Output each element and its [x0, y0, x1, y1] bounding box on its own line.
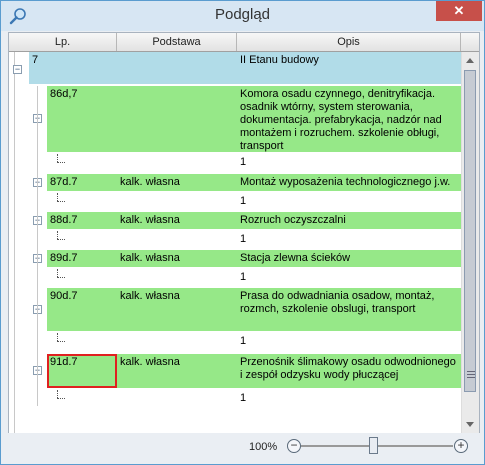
- row-opis: Przenośnik ślimakowy osadu odwodnionego …: [237, 354, 461, 388]
- row-opis: 1: [237, 390, 461, 407]
- tree-row-item[interactable]: 89d.7 kalk. własna Stacja zlewna ścieków…: [9, 250, 461, 267]
- row-opis: Stacja zlewna ścieków: [237, 250, 461, 267]
- column-header-opis[interactable]: Opis: [237, 33, 461, 51]
- row-lp: 7: [29, 52, 117, 84]
- row-lp: 90d.7: [47, 288, 117, 331]
- row-opis: 1: [237, 231, 461, 248]
- row-opis: Komora osadu czynnego, denitryfikacja. o…: [237, 86, 461, 152]
- tree-row-item[interactable]: 90d.7 kalk. własna Prasa do odwadniania …: [9, 288, 461, 331]
- preview-window: Podgląd ✕ Lp. Podstawa Opis 7 II Etanu b…: [0, 0, 485, 465]
- focused-cell-border: [47, 354, 117, 388]
- row-podstawa: kalk. własna: [117, 212, 237, 229]
- row-podstawa: kalk. własna: [117, 288, 237, 331]
- tree-row-item-selected[interactable]: 91d.7 kalk. własna Przenośnik ślimakowy …: [9, 354, 461, 388]
- column-header-podstawa[interactable]: Podstawa: [117, 33, 237, 51]
- row-opis: Prasa do odwadniania osadow, montaż, roz…: [237, 288, 461, 331]
- row-opis: Rozruch oczyszczalni: [237, 212, 461, 229]
- minus-icon[interactable]: −: [287, 439, 301, 453]
- row-podstawa: kalk. własna: [117, 354, 237, 388]
- tree-row-group[interactable]: 7 II Etanu budowy −: [9, 52, 461, 84]
- close-button[interactable]: ✕: [436, 1, 482, 21]
- status-bar: 100% − +: [1, 433, 484, 463]
- tree-row-child[interactable]: 1: [9, 154, 461, 171]
- row-opis: Montaż wyposażenia technologicznego j.w.: [237, 174, 461, 191]
- row-opis: 1: [237, 269, 461, 286]
- zoom-level-label: 100%: [249, 441, 278, 453]
- row-opis: 1: [237, 154, 461, 171]
- tree-row-item[interactable]: 87d.7 kalk. własna Montaż wyposażenia te…: [9, 174, 461, 191]
- scrollbar-thumb[interactable]: [464, 70, 476, 392]
- row-opis: 1: [237, 193, 461, 210]
- row-opis: II Etanu budowy: [237, 52, 461, 84]
- collapse-icon[interactable]: −: [13, 65, 22, 74]
- row-podstawa: kalk. własna: [117, 174, 237, 191]
- row-opis: 1: [237, 333, 461, 350]
- tree-row-child[interactable]: 1: [9, 269, 461, 286]
- vertical-scrollbar[interactable]: [461, 52, 479, 433]
- title-bar: Podgląd ✕: [1, 1, 484, 31]
- plus-icon[interactable]: +: [454, 439, 468, 453]
- tree-grid: Lp. Podstawa Opis 7 II Etanu budowy − 86…: [8, 32, 480, 434]
- row-podstawa: [117, 86, 237, 152]
- tree-row-item[interactable]: 88d.7 kalk. własna Rozruch oczyszczalni …: [9, 212, 461, 229]
- tree-row-child[interactable]: 1: [9, 193, 461, 210]
- tree-row-item[interactable]: 86d,7 Komora osadu czynnego, denitryfika…: [9, 86, 461, 152]
- row-lp: 89d.7: [47, 250, 117, 267]
- row-lp: 88d.7: [47, 212, 117, 229]
- column-header-row: Lp. Podstawa Opis: [9, 33, 479, 52]
- row-podstawa: kalk. własna: [117, 250, 237, 267]
- tree-row-child[interactable]: 1: [9, 231, 461, 248]
- window-title: Podgląd: [214, 6, 271, 23]
- tree-row-child[interactable]: 1: [9, 390, 461, 407]
- row-lp: 87d.7: [47, 174, 117, 191]
- tree-row-child[interactable]: 1: [9, 333, 461, 350]
- scroll-down-icon[interactable]: [466, 422, 474, 427]
- column-header-lp[interactable]: Lp.: [9, 33, 117, 51]
- tree-rows: 7 II Etanu budowy − 86d,7 Komora osadu c…: [9, 52, 461, 433]
- row-lp: 86d,7: [47, 86, 117, 152]
- zoom-slider-thumb[interactable]: [369, 437, 378, 454]
- row-podstawa: [117, 52, 237, 84]
- scroll-up-icon[interactable]: [466, 58, 474, 63]
